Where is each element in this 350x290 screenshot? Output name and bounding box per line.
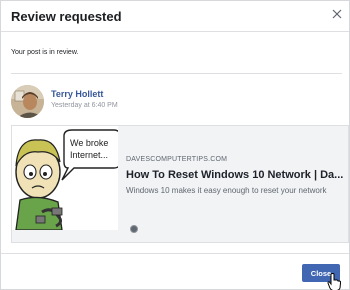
thumbnail-caption-line-2: Internet... bbox=[70, 150, 108, 160]
link-thumbnail: We broke Internet... bbox=[12, 126, 118, 230]
review-dialog: Review requested Your post is in review.… bbox=[0, 0, 350, 290]
link-dot-icon bbox=[130, 225, 138, 233]
footer-divider bbox=[1, 253, 349, 254]
link-title[interactable]: How To Reset Windows 10 Network | Da... bbox=[126, 169, 348, 181]
dialog-title: Review requested bbox=[11, 9, 122, 24]
link-domain: DAVESCOMPUTERTIPS.COM bbox=[126, 156, 228, 163]
close-button[interactable]: Close bbox=[302, 264, 340, 282]
link-preview-card[interactable]: We broke Internet... DAVESCOMPUTERTIPS.C… bbox=[11, 125, 349, 243]
post-timestamp[interactable]: Yesterday at 6:40 PM bbox=[51, 102, 118, 109]
divider bbox=[11, 73, 342, 74]
close-icon[interactable] bbox=[330, 7, 344, 21]
dialog-header: Review requested bbox=[1, 1, 349, 32]
link-description: Windows 10 makes it easy enough to reset… bbox=[126, 186, 327, 195]
post-author-link[interactable]: Terry Hollett bbox=[51, 89, 103, 99]
avatar[interactable] bbox=[11, 85, 44, 118]
status-text: Your post is in review. bbox=[11, 49, 79, 56]
thumbnail-caption-line-1: We broke bbox=[70, 138, 108, 148]
